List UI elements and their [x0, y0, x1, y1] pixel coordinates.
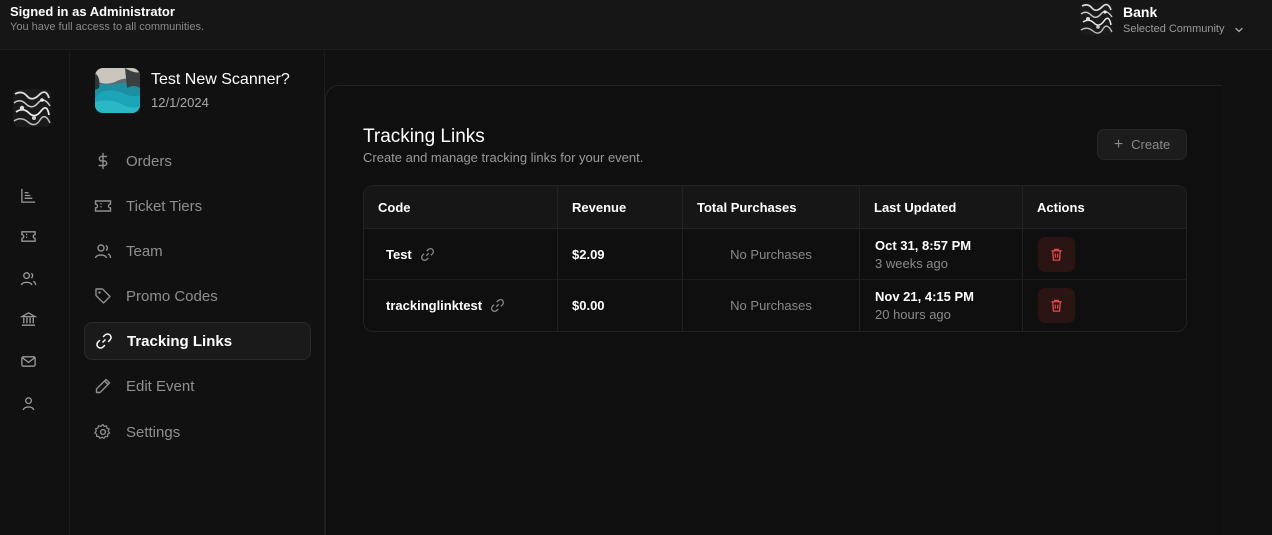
create-button-label: Create [1131, 137, 1171, 152]
updated-date: Nov 21, 4:15 PM [875, 289, 974, 304]
users-icon [94, 244, 112, 259]
column-header-last-updated: Last Updated [860, 186, 1023, 228]
nav-item-label: Tracking Links [127, 332, 233, 350]
nav-item-ticket-tiers[interactable]: Ticket Tiers [84, 187, 311, 225]
create-button[interactable]: + Create [1097, 129, 1187, 160]
nav-item-tracking-links[interactable]: Tracking Links [84, 322, 311, 360]
nav-item-label: Team [126, 242, 163, 260]
admin-title: Signed in as Administrator [10, 4, 175, 19]
community-selector[interactable]: Bank Selected Community [1080, 2, 1260, 36]
code-cell: trackinglinktest [364, 280, 558, 331]
actions-cell [1023, 280, 1186, 331]
users-icon[interactable] [18, 268, 38, 288]
last-updated-cell: Nov 21, 4:15 PM 20 hours ago [860, 280, 1023, 331]
purchases-cell: No Purchases [683, 280, 860, 331]
nav-item-orders[interactable]: Orders [84, 142, 311, 180]
updated-ago: 3 weeks ago [875, 255, 948, 271]
tracking-code: Test [386, 246, 412, 262]
table-row: trackinglinktest $0.00 No Purchases Nov … [364, 280, 1186, 331]
chevron-down-icon[interactable] [1233, 24, 1245, 36]
nav-item-label: Ticket Tiers [126, 197, 203, 215]
revenue-cell: $0.00 [558, 280, 683, 331]
event-image [95, 68, 140, 113]
updated-date: Oct 31, 8:57 PM [875, 237, 972, 253]
column-header-actions: Actions [1037, 199, 1085, 215]
page-title: Tracking Links [363, 126, 485, 147]
tracking-code: trackinglinktest [386, 298, 483, 313]
link-icon[interactable] [420, 247, 435, 262]
nav-item-label: Promo Codes [126, 287, 218, 305]
chart-icon[interactable] [18, 185, 38, 205]
column-header-revenue: Revenue [558, 186, 683, 228]
purchases-cell: No Purchases [683, 229, 860, 279]
admin-subtitle: You have full access to all communities. [10, 21, 205, 33]
bank-icon[interactable] [18, 309, 38, 329]
page-subtitle: Create and manage tracking links for you… [363, 150, 644, 165]
event-date: 12/1/2024 [151, 95, 209, 110]
main-panel: Tracking Links Create and manage trackin… [325, 85, 1222, 535]
nav-item-label: Settings [126, 423, 181, 441]
gear-icon [94, 423, 111, 439]
event-name: Test New Scanner? [151, 71, 290, 88]
dollar-icon [98, 152, 108, 170]
user-icon[interactable] [18, 393, 38, 413]
top-bar: Signed in as Administrator You have full… [0, 0, 1272, 50]
ticket-icon [94, 200, 112, 212]
delete-button[interactable] [1038, 288, 1075, 323]
nav-item-label: Orders [126, 152, 172, 170]
delete-button[interactable] [1038, 236, 1075, 272]
left-rail [0, 51, 70, 535]
tag-icon [95, 288, 111, 304]
link-icon [96, 333, 112, 349]
column-header-code: Code [364, 186, 558, 228]
plus-icon: + [1113, 135, 1124, 153]
community-name: Bank [1123, 4, 1158, 20]
trash-icon [1051, 299, 1062, 312]
link-icon[interactable] [490, 298, 505, 313]
code-cell: Test [364, 229, 558, 279]
pencil-icon [95, 378, 111, 394]
nav-item-team[interactable]: Team [84, 232, 311, 270]
column-header-total-purchases: Total Purchases [683, 186, 860, 228]
table-header: Code Revenue Total Purchases Last Update… [364, 186, 1186, 229]
trash-icon [1051, 248, 1062, 261]
tracking-links-table: Code Revenue Total Purchases Last Update… [363, 185, 1187, 332]
actions-cell [1023, 229, 1186, 279]
last-updated-cell: Oct 31, 8:57 PM 3 weeks ago [860, 229, 1023, 279]
community-label: Selected Community [1123, 23, 1225, 35]
ticket-icon[interactable] [18, 226, 38, 246]
revenue-cell: $2.09 [558, 229, 683, 279]
updated-ago: 20 hours ago [875, 307, 951, 322]
nav-item-label: Edit Event [126, 377, 195, 395]
nav-item-edit-event[interactable]: Edit Event [84, 367, 311, 405]
nav-item-settings[interactable]: Settings [84, 413, 311, 451]
mail-icon[interactable] [18, 351, 38, 371]
event-sidebar: Test New Scanner? 12/1/2024 Orders Ticke… [70, 51, 325, 535]
community-avatar [1080, 2, 1113, 35]
table-row: Test $2.09 No Purchases Oct 31, 8:57 PM … [364, 229, 1186, 280]
nav-item-promo-codes[interactable]: Promo Codes [84, 277, 311, 315]
community-logo[interactable] [13, 89, 51, 127]
